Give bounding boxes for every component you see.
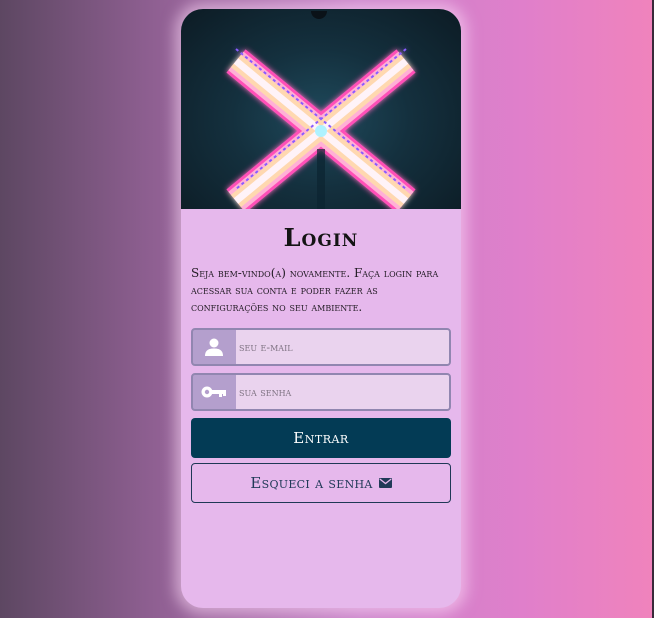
email-input[interactable] <box>236 330 449 364</box>
login-button[interactable]: Entrar <box>191 418 451 458</box>
key-icon <box>193 375 235 409</box>
email-field[interactable] <box>191 328 451 366</box>
neon-x-image <box>226 48 416 209</box>
login-title: Login <box>283 223 359 252</box>
forgot-password-label: Esqueci a senha <box>250 474 373 492</box>
login-description: Seja bem-vindo(a) novamente. Faça login … <box>191 266 439 314</box>
password-field[interactable] <box>191 373 451 411</box>
envelope-icon <box>378 478 392 488</box>
forgot-password-button[interactable]: Esqueci a senha <box>191 463 451 503</box>
login-card: Login Seja bem-vindo(a) novamente. Faça … <box>181 9 461 608</box>
password-input[interactable] <box>236 375 449 409</box>
hero-image <box>181 9 461 209</box>
user-icon <box>193 330 235 364</box>
